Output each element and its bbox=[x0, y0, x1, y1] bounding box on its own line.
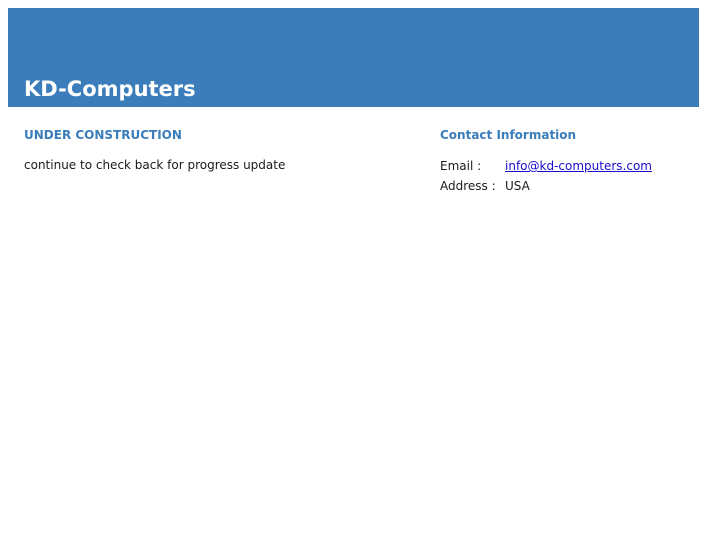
email-cell: info@kd-computers.com bbox=[505, 156, 652, 176]
contact-section: Contact Information Email : info@kd-comp… bbox=[440, 127, 700, 196]
address-row: Address : USA bbox=[440, 176, 652, 196]
construction-message: continue to check back for progress upda… bbox=[24, 158, 286, 172]
email-link[interactable]: info@kd-computers.com bbox=[505, 159, 652, 173]
site-title: KD-Computers bbox=[24, 77, 196, 101]
header-banner: KD-Computers bbox=[8, 8, 699, 107]
contact-heading: Contact Information bbox=[440, 128, 577, 142]
address-label: Address : bbox=[440, 179, 496, 193]
page: KD-Computers UNDER CONSTRUCTION continue… bbox=[0, 0, 727, 545]
construction-heading: UNDER CONSTRUCTION bbox=[24, 128, 182, 142]
contact-table: Email : info@kd-computers.com Address : … bbox=[440, 156, 652, 196]
email-label: Email : bbox=[440, 159, 482, 173]
main-content: UNDER CONSTRUCTION continue to check bac… bbox=[24, 127, 404, 173]
email-row: Email : info@kd-computers.com bbox=[440, 156, 652, 176]
address-value: USA bbox=[505, 179, 530, 193]
